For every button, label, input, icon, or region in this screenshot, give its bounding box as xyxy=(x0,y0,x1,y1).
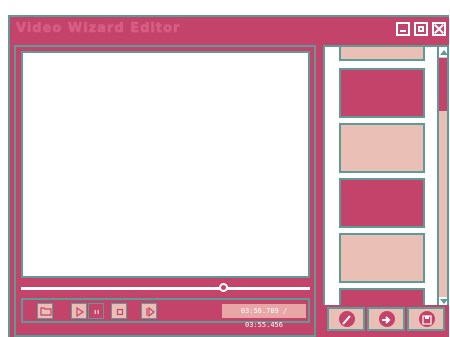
play-button[interactable] xyxy=(71,303,87,319)
play-icon xyxy=(76,306,85,318)
preview-panel: 03:56.789 / 03:55.456 xyxy=(14,45,316,337)
title-bar[interactable]: Video Wizard Editor xyxy=(10,17,449,46)
minimize-icon[interactable] xyxy=(396,22,410,36)
close-icon[interactable] xyxy=(432,22,446,36)
folder-icon xyxy=(40,307,52,316)
clip-thumbnail[interactable] xyxy=(339,233,425,283)
playback-controls: 03:56.789 / 03:55.456 xyxy=(21,298,310,329)
next-frame-icon xyxy=(146,306,155,318)
clip-thumbnail[interactable] xyxy=(339,68,425,118)
stop-icon xyxy=(116,308,124,316)
pencil-icon xyxy=(342,315,351,325)
scrollbar-thumb[interactable] xyxy=(439,58,447,111)
pause-button[interactable] xyxy=(88,303,104,319)
next-frame-button[interactable] xyxy=(141,303,157,319)
clip-thumbnail[interactable] xyxy=(339,288,425,305)
seek-bar[interactable] xyxy=(21,283,310,292)
seek-handle[interactable] xyxy=(219,283,229,292)
time-readout: 03:56.789 / 03:55.456 xyxy=(222,304,306,329)
save-icon xyxy=(422,315,432,325)
arrow-right-icon xyxy=(382,316,391,324)
clip-thumbnail[interactable] xyxy=(339,123,425,173)
clip-thumbnail[interactable] xyxy=(339,47,425,61)
export-button[interactable] xyxy=(367,307,405,331)
scroll-up-arrow-icon[interactable] xyxy=(439,47,447,57)
timeline-panel[interactable] xyxy=(323,45,449,305)
save-button[interactable] xyxy=(407,307,445,331)
open-file-button[interactable] xyxy=(37,303,53,319)
maximize-icon[interactable] xyxy=(414,22,428,36)
clip-thumbnail[interactable] xyxy=(339,178,425,228)
video-preview[interactable] xyxy=(21,51,310,278)
timeline-scrollbar[interactable] xyxy=(437,47,447,305)
stop-button[interactable] xyxy=(111,303,127,319)
edit-button[interactable] xyxy=(327,307,365,331)
scroll-down-arrow-icon[interactable] xyxy=(439,297,447,305)
window-title: Video Wizard Editor xyxy=(16,21,181,36)
pause-icon xyxy=(94,310,99,314)
action-bar xyxy=(323,305,449,337)
editor-window: Video Wizard Editor 03:56.789 / 03:55.45… xyxy=(8,15,449,337)
